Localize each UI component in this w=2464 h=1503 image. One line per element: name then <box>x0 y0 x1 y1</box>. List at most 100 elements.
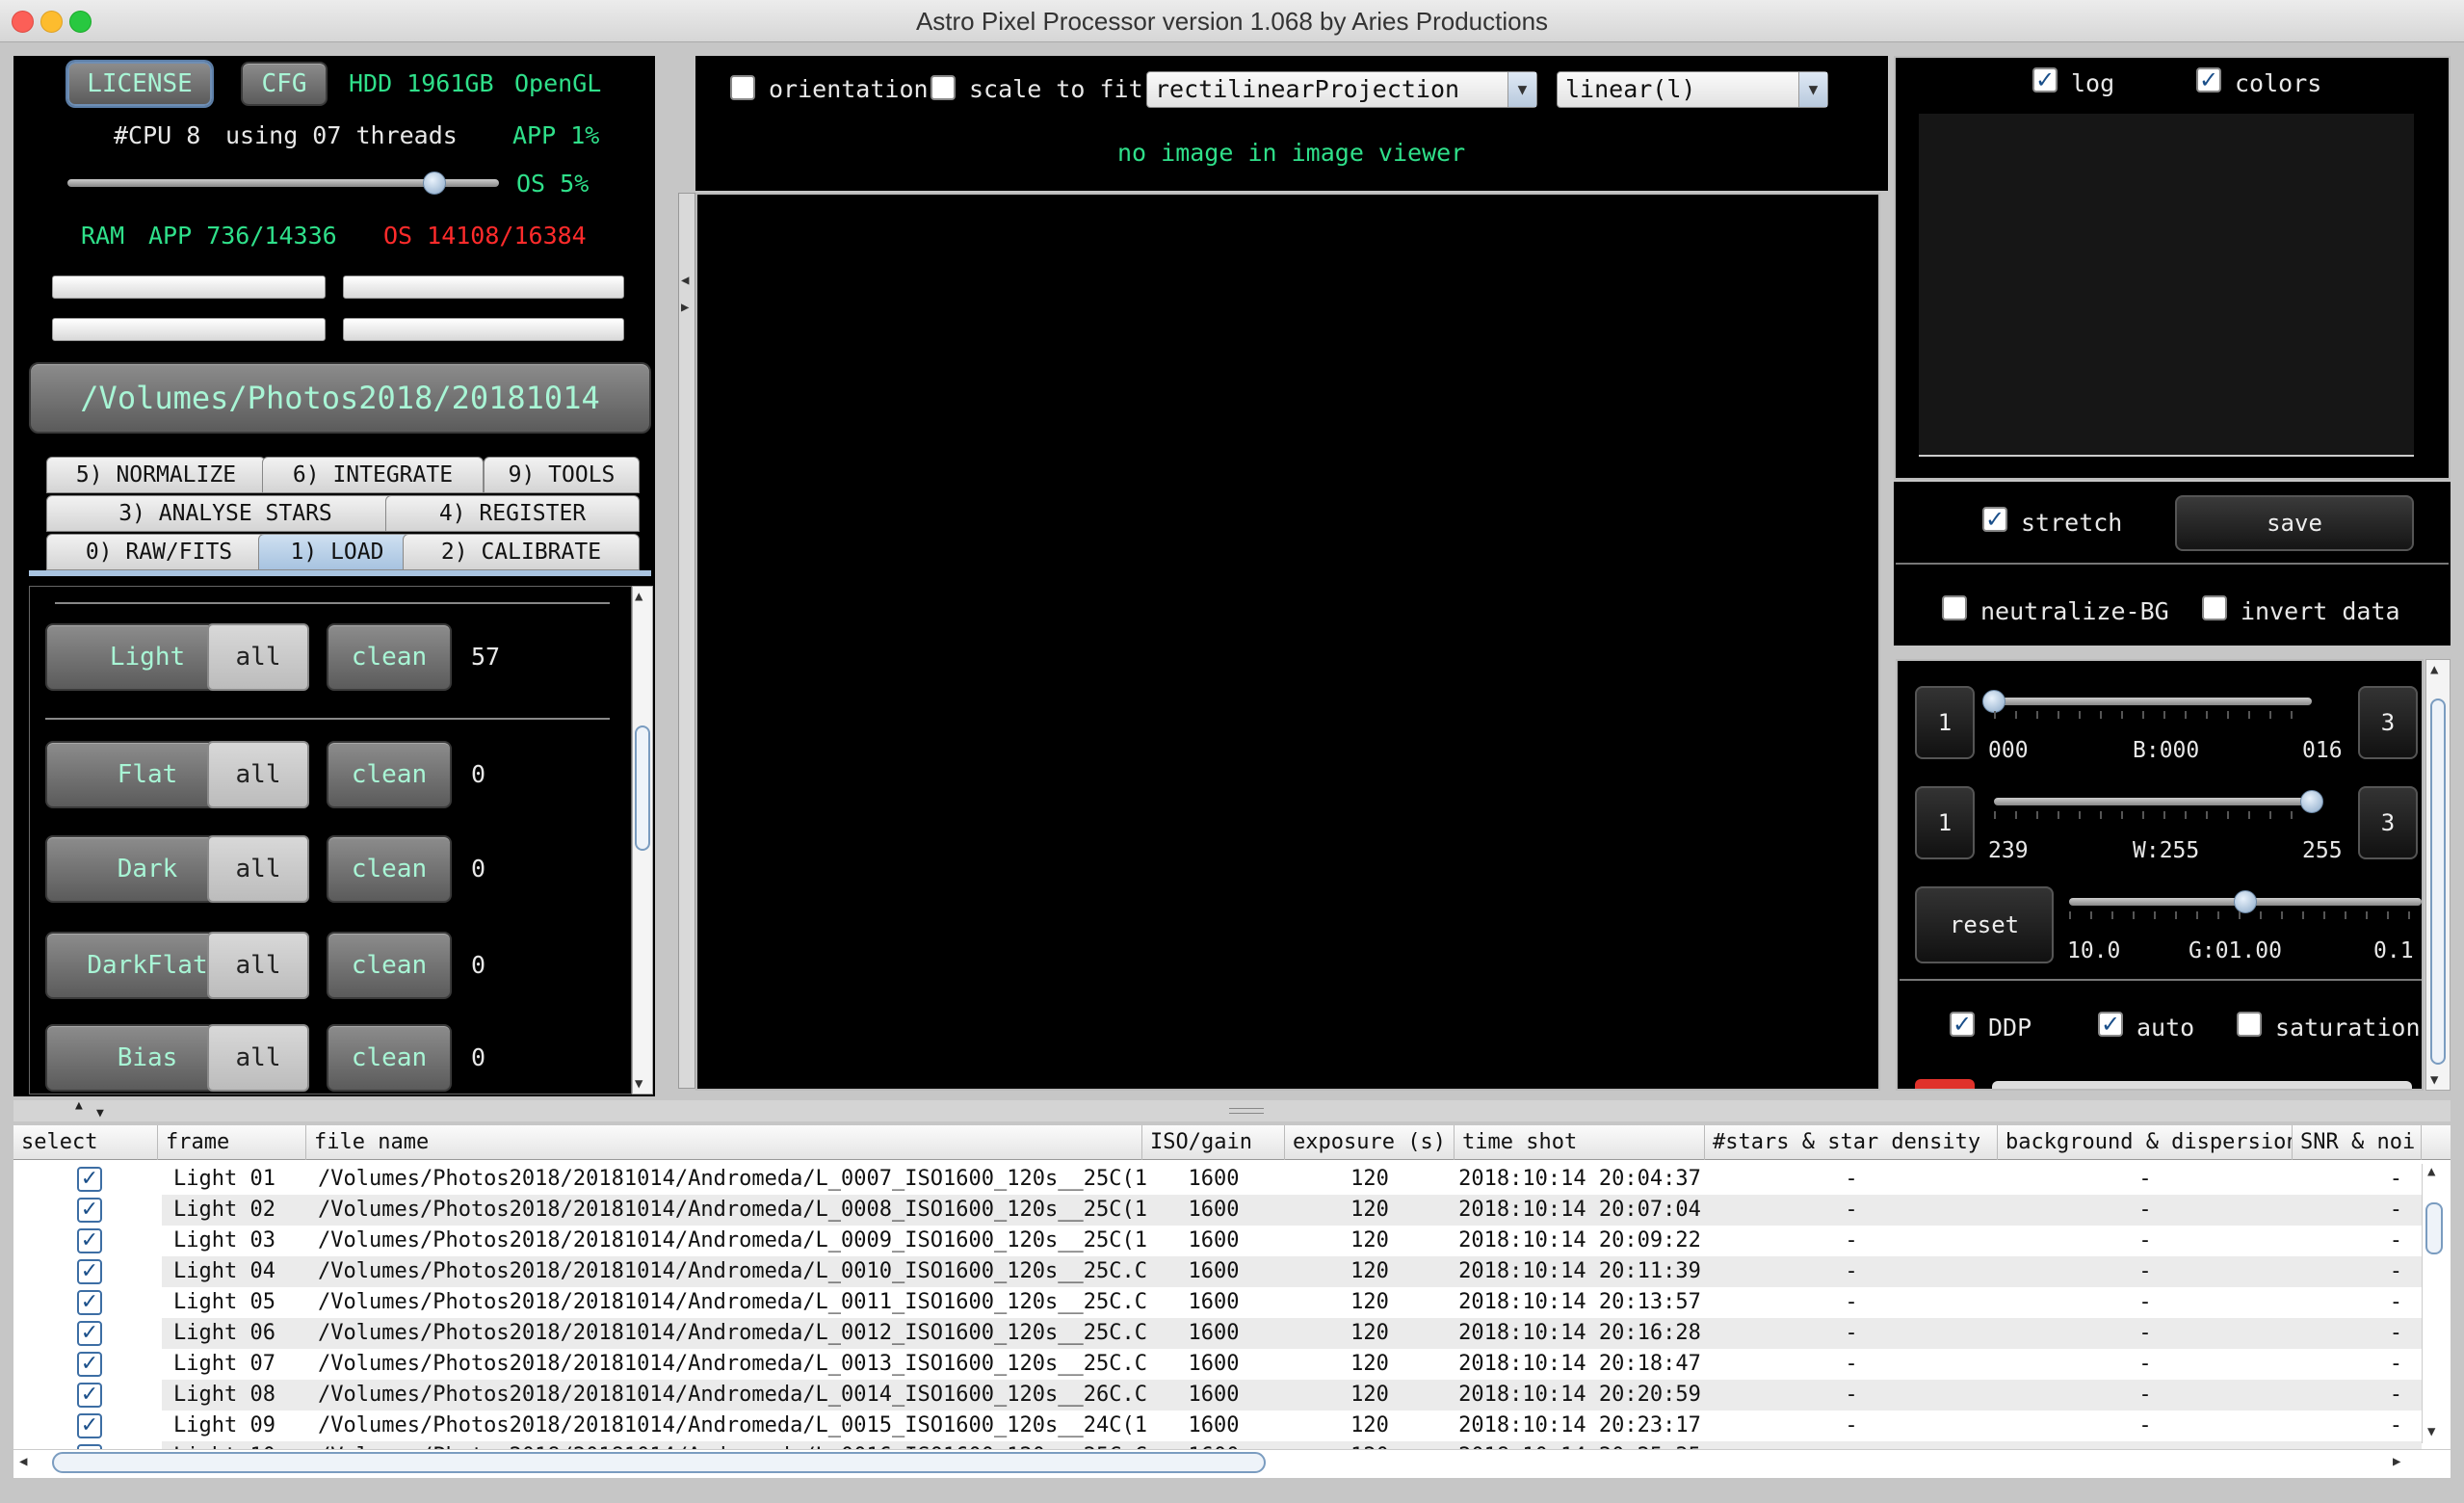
tab-register[interactable]: 4) REGISTER <box>385 495 640 532</box>
working-directory-button[interactable]: /Volumes/Photos2018/20181014 <box>29 362 651 434</box>
tab-calibrate[interactable]: 2) CALIBRATE <box>403 534 640 570</box>
zoom-window-button[interactable] <box>69 11 92 33</box>
log-checkbox[interactable]: ✓ <box>2032 67 2058 92</box>
column-header[interactable]: ISO/gain <box>1142 1125 1285 1160</box>
bottom-splitter[interactable]: ▲ ▼ <box>13 1098 2451 1121</box>
row-select-checkbox[interactable]: ✓ <box>77 1259 102 1284</box>
scroll-left-icon[interactable]: ◀ <box>19 1454 27 1469</box>
scroll-down-icon[interactable]: ▼ <box>635 1076 642 1092</box>
column-header[interactable]: file name <box>306 1125 1142 1160</box>
tab-normalize[interactable]: 5) NORMALIZE <box>46 457 266 493</box>
invert-data-checkbox[interactable] <box>2202 595 2227 620</box>
column-header[interactable]: exposure (s) <box>1285 1125 1455 1160</box>
table-row[interactable]: ✓ Light 01/Volumes/Photos2018/20181014/An… <box>13 1164 2422 1195</box>
row-select-checkbox[interactable]: ✓ <box>77 1413 102 1438</box>
colors-checkbox[interactable]: ✓ <box>2196 67 2221 92</box>
auto-checkbox[interactable]: ✓ <box>2098 1012 2123 1037</box>
select-all-button[interactable]: all <box>207 835 309 903</box>
tab-analyse-stars[interactable]: 3) ANALYSE STARS <box>46 495 405 532</box>
row-select-checkbox[interactable]: ✓ <box>77 1383 102 1408</box>
white-slider-track[interactable] <box>1994 798 2312 805</box>
projection-select[interactable]: rectilinearProjection ▼ <box>1146 71 1537 108</box>
left-splitter[interactable]: ◀ ▶ <box>678 193 695 1089</box>
table-row[interactable]: ✓ Light 04/Volumes/Photos2018/20181014/An… <box>13 1256 2422 1287</box>
table-row[interactable]: ✓ Light 08/Volumes/Photos2018/20181014/An… <box>13 1380 2422 1411</box>
stretch-checkbox[interactable]: ✓ <box>1982 507 2007 532</box>
clean-button[interactable]: clean <box>327 932 452 999</box>
black-decrement-button[interactable]: 1 <box>1915 686 1975 759</box>
load-scroll-thumb[interactable] <box>635 725 650 851</box>
row-select-checkbox[interactable]: ✓ <box>77 1290 102 1315</box>
black-slider-track[interactable] <box>1994 698 2312 705</box>
white-increment-button[interactable]: 3 <box>2358 786 2418 859</box>
white-slider-knob[interactable] <box>2300 790 2323 813</box>
splitter-expand-icon[interactable]: ▶ <box>681 300 689 315</box>
scroll-up-icon[interactable]: ▲ <box>2430 662 2438 677</box>
saturation-checkbox[interactable] <box>2237 1012 2262 1037</box>
table-row[interactable]: ✓ Light 06/Volumes/Photos2018/20181014/An… <box>13 1318 2422 1349</box>
gamma-slider-knob[interactable] <box>2234 890 2257 913</box>
clean-button[interactable]: clean <box>327 623 452 691</box>
column-header[interactable]: time shot <box>1455 1125 1705 1160</box>
color-swatch[interactable] <box>1915 1079 1975 1089</box>
table-row[interactable]: ✓ Light 09/Volumes/Photos2018/20181014/An… <box>13 1411 2422 1441</box>
table-hscroll-thumb[interactable] <box>52 1452 1266 1473</box>
row-select-checkbox[interactable]: ✓ <box>77 1167 102 1192</box>
controls-scroll-thumb[interactable] <box>2430 699 2446 1065</box>
column-header[interactable]: select <box>13 1125 158 1160</box>
minimize-window-button[interactable] <box>40 11 63 33</box>
neutralize-bg-checkbox[interactable] <box>1942 595 1967 620</box>
scroll-right-icon[interactable]: ▶ <box>2393 1454 2400 1469</box>
image-viewer[interactable] <box>695 193 1880 1091</box>
column-header[interactable]: frame <box>158 1125 306 1160</box>
select-all-button[interactable]: all <box>207 623 309 691</box>
table-row[interactable]: ✓ Light 07/Volumes/Photos2018/20181014/An… <box>13 1349 2422 1380</box>
row-select-checkbox[interactable]: ✓ <box>77 1321 102 1346</box>
cfg-button[interactable]: CFG <box>241 62 328 106</box>
load-panel-scrollbar[interactable]: ▲ ▼ <box>632 586 653 1094</box>
column-header[interactable]: #stars & star density <box>1705 1125 1998 1160</box>
saturation-slider-track[interactable] <box>1992 1081 2412 1089</box>
tab-tools[interactable]: 9) TOOLS <box>484 457 640 493</box>
splitter-collapse-icon[interactable]: ◀ <box>681 273 689 288</box>
clean-button[interactable]: clean <box>327 1024 452 1092</box>
table-row[interactable]: ✓ Light 02/Volumes/Photos2018/20181014/An… <box>13 1195 2422 1226</box>
tab-load[interactable]: 1) LOAD <box>258 534 416 570</box>
row-select-checkbox[interactable]: ✓ <box>77 1352 102 1377</box>
save-button[interactable]: save <box>2175 495 2414 551</box>
close-window-button[interactable] <box>12 11 34 33</box>
tab-integrate[interactable]: 6) INTEGRATE <box>262 457 484 493</box>
ddp-checkbox[interactable]: ✓ <box>1950 1012 1975 1037</box>
scroll-up-icon[interactable]: ▲ <box>635 589 642 604</box>
select-all-button[interactable]: all <box>207 1024 309 1092</box>
scroll-down-icon[interactable]: ▼ <box>2430 1072 2438 1088</box>
splitter-up-icon[interactable]: ▲ <box>75 1098 83 1113</box>
clean-button[interactable]: clean <box>327 835 452 903</box>
controls-scrollbar[interactable]: ▲ ▼ <box>2425 659 2451 1091</box>
splitter-down-icon[interactable]: ▼ <box>96 1106 104 1121</box>
stretch-mode-select[interactable]: linear(l) ▼ <box>1557 71 1828 108</box>
orientation-checkbox[interactable] <box>730 75 755 100</box>
scale-to-fit-checkbox[interactable] <box>931 75 956 100</box>
scroll-up-icon[interactable]: ▲ <box>2427 1164 2435 1179</box>
table-vscrollbar[interactable]: ▲ ▼ <box>2422 1164 2447 1443</box>
row-select-checkbox[interactable]: ✓ <box>77 1228 102 1253</box>
table-row[interactable]: ✓ Light 05/Volumes/Photos2018/20181014/An… <box>13 1287 2422 1318</box>
clean-button[interactable]: clean <box>327 741 452 808</box>
license-button[interactable]: LICENSE <box>67 62 212 106</box>
table-row[interactable]: ✓ Light 03/Volumes/Photos2018/20181014/An… <box>13 1226 2422 1256</box>
row-select-checkbox[interactable]: ✓ <box>77 1198 102 1223</box>
black-increment-button[interactable]: 3 <box>2358 686 2418 759</box>
table-vscroll-thumb[interactable] <box>2425 1202 2443 1254</box>
scroll-down-icon[interactable]: ▼ <box>2427 1424 2435 1439</box>
select-all-button[interactable]: all <box>207 932 309 999</box>
select-all-button[interactable]: all <box>207 741 309 808</box>
column-header[interactable]: background & dispersion <box>1998 1125 2293 1160</box>
white-decrement-button[interactable]: 1 <box>1915 786 1975 859</box>
splitter-grip[interactable] <box>1229 1108 1264 1114</box>
column-header[interactable]: SNR & noi <box>2293 1125 2422 1160</box>
table-hscrollbar[interactable]: ◀ ▶ <box>13 1449 2451 1478</box>
reset-button[interactable]: reset <box>1915 886 2054 963</box>
threads-slider-knob[interactable] <box>422 171 446 195</box>
tab-raw-fits[interactable]: 0) RAW/FITS <box>46 534 272 570</box>
